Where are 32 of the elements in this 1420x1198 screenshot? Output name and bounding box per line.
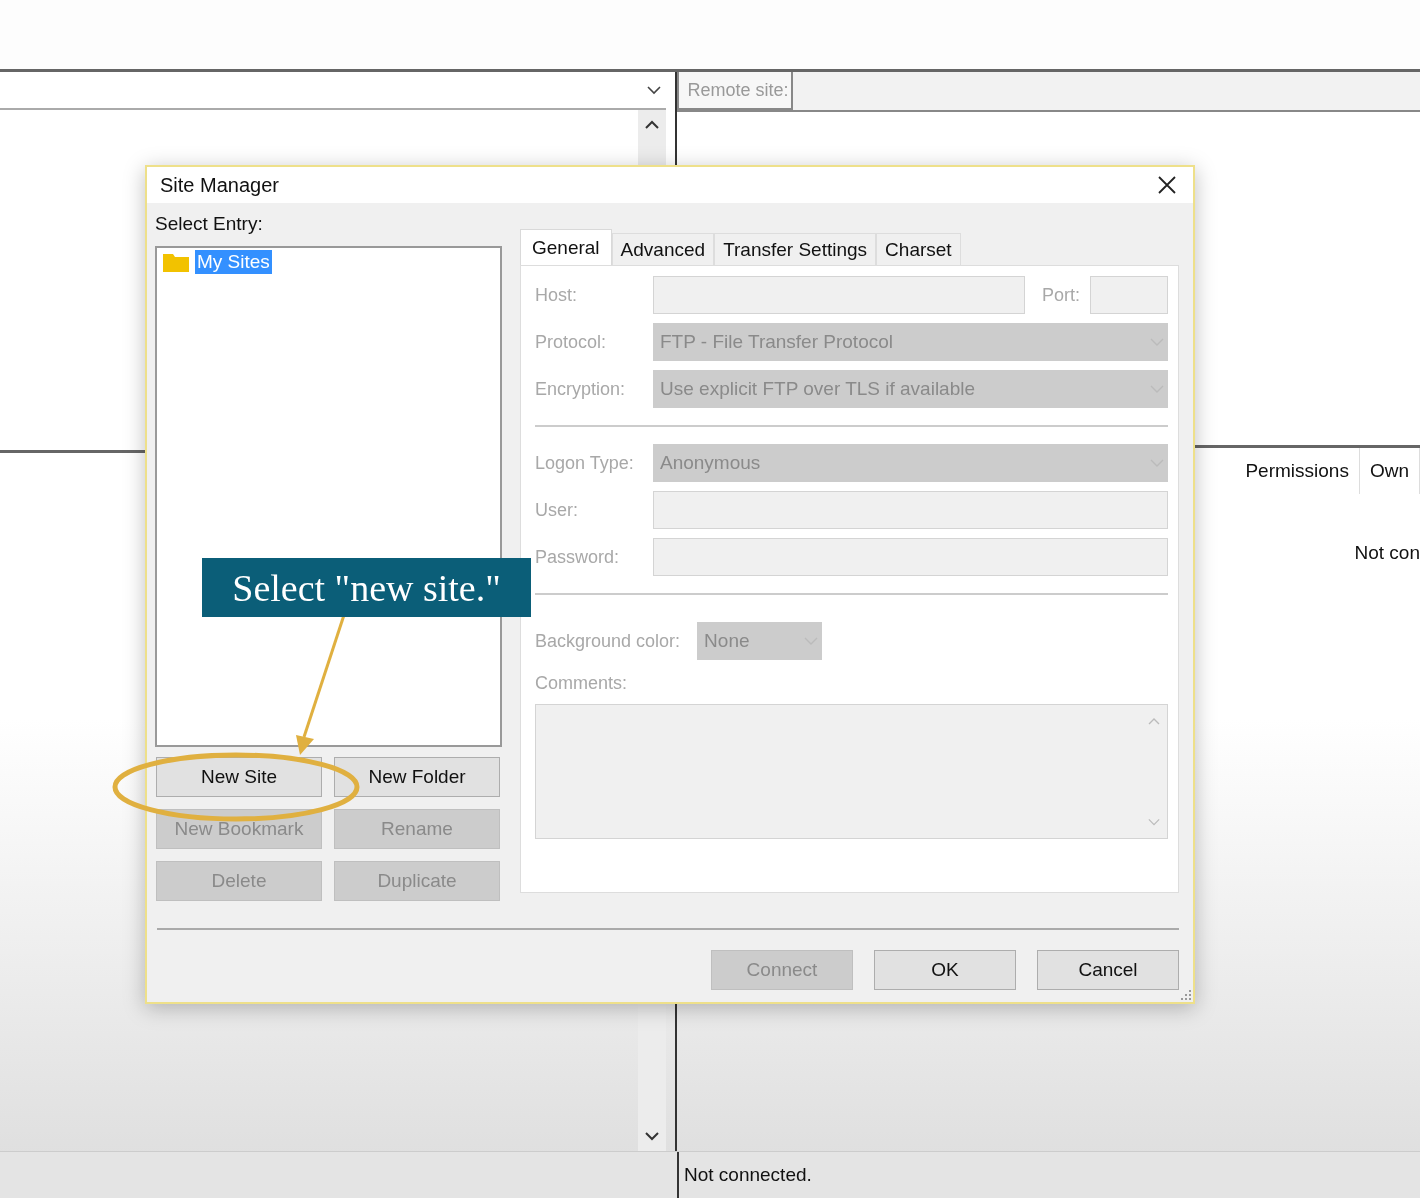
field-label: Host: — [535, 284, 578, 306]
field-label: Logon Type: — [535, 452, 635, 474]
chevron-down-icon — [646, 85, 663, 95]
field-label: Background color: — [535, 630, 681, 652]
scroll-down-icon[interactable] — [645, 1132, 660, 1141]
field-label: Password: — [535, 546, 621, 568]
callout-label: Select "new site." — [202, 558, 531, 617]
remote-site-label: Remote site: — [677, 72, 794, 110]
field-label: User: — [535, 499, 579, 521]
field-label: Protocol: — [535, 331, 608, 353]
button[interactable]: OK — [874, 950, 1016, 990]
field-label: Encryption: — [535, 378, 627, 400]
remote-site-field[interactable] — [793, 72, 1420, 110]
tab[interactable]: Transfer Settings — [714, 233, 877, 265]
button[interactable]: Cancel — [1037, 950, 1179, 990]
status-text: Not connected. — [684, 1164, 812, 1186]
column-header[interactable]: Own — [1359, 448, 1420, 494]
button[interactable]: New Site — [156, 757, 322, 797]
tab[interactable]: Charset — [876, 233, 961, 265]
column-header[interactable]: Permissions — [1235, 448, 1360, 494]
close-icon[interactable] — [1157, 175, 1177, 195]
tab[interactable]: General — [520, 229, 612, 265]
field-label: Port: — [1042, 284, 1080, 306]
tab[interactable]: Advanced — [611, 233, 715, 265]
field-label: Comments: — [535, 673, 629, 694]
select-entry-label: Select Entry: — [155, 213, 264, 236]
dialog-title: Site Manager — [160, 173, 279, 197]
scroll-up-icon[interactable] — [645, 120, 660, 129]
folder-icon — [163, 252, 189, 272]
status-message: Not con — [1354, 542, 1420, 564]
button[interactable]: New Folder — [334, 757, 500, 797]
resize-grip-icon[interactable] — [1181, 990, 1191, 1000]
